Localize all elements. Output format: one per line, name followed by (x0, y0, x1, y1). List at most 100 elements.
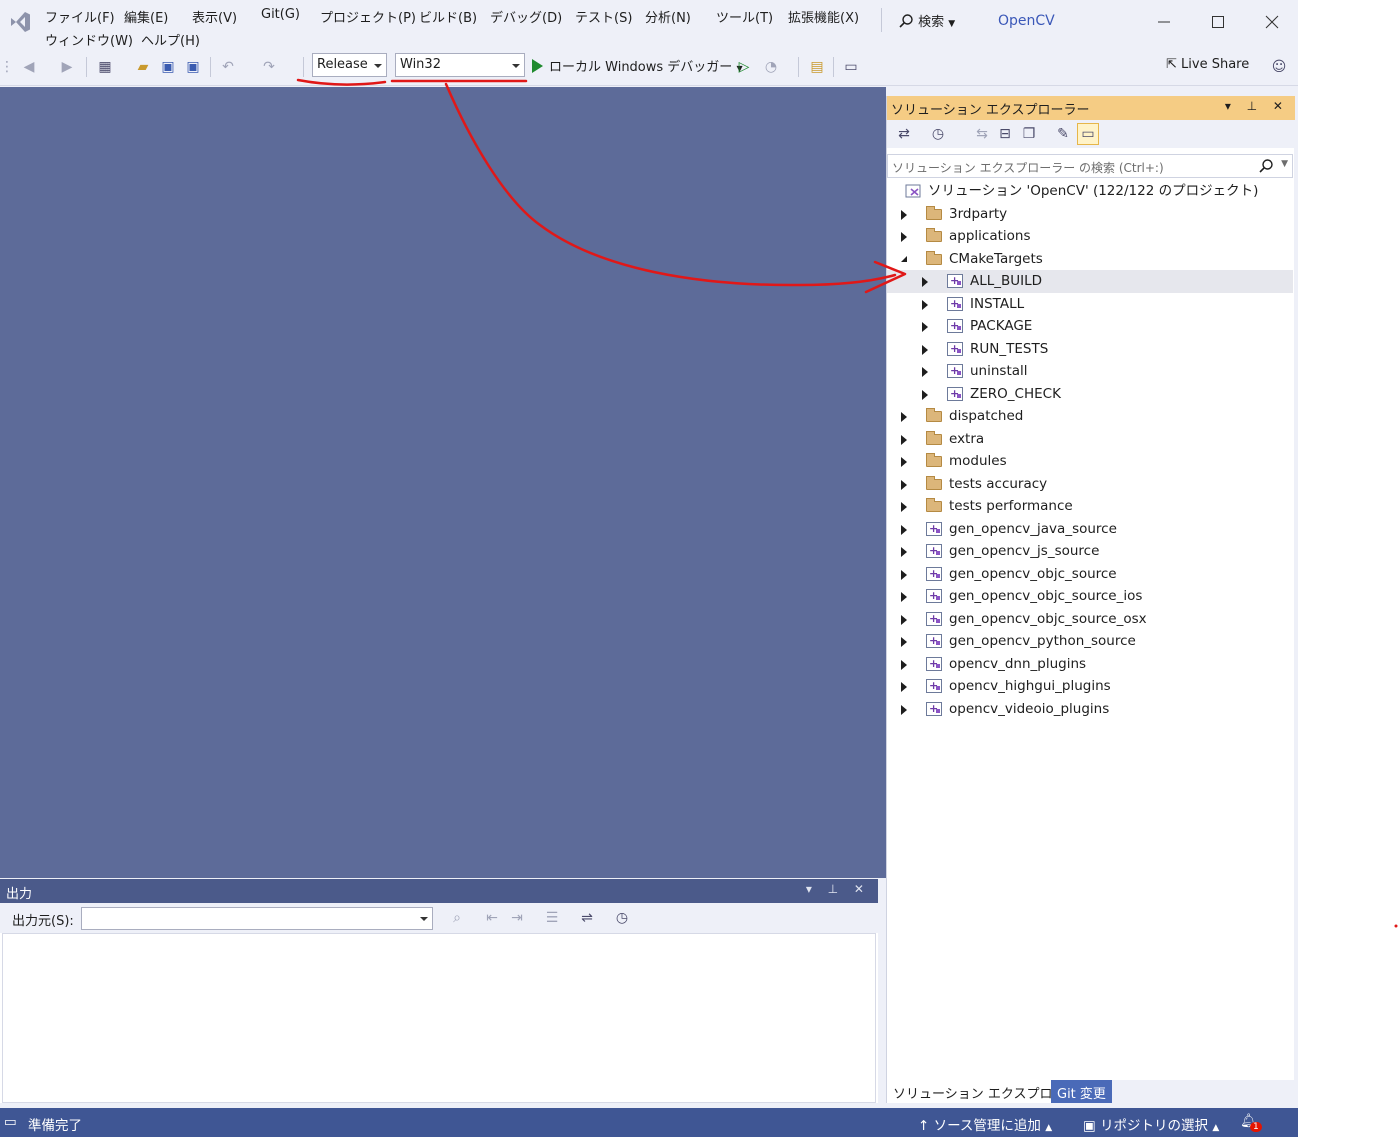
collapsed-arrow-icon[interactable] (901, 502, 907, 512)
search-button[interactable]: 検索 ▼ (898, 11, 955, 30)
panel-controls[interactable]: ▾ ⊥ ✕ (806, 882, 870, 896)
history-icon[interactable]: ◷ (927, 123, 949, 145)
tree-item-extra[interactable]: extra (887, 428, 1293, 451)
menu-build[interactable]: ビルド(B) (419, 7, 477, 26)
preview-selected-icon[interactable]: ▭ (1077, 123, 1099, 145)
tree-item-install[interactable]: INSTALL (887, 293, 1293, 316)
save-all-icon[interactable]: ▣ (182, 56, 204, 78)
add-to-source-control-button[interactable]: ↑ ソース管理に追加 ▲ (918, 1114, 1052, 1134)
solution-explorer-search-input[interactable]: ソリューション エクスプローラー の検索 (Ctrl+:) ▼ (887, 154, 1293, 178)
tree-item-gen-opencv-js-source[interactable]: gen_opencv_js_source (887, 540, 1293, 563)
window-layout-icon[interactable]: ▭ (840, 56, 862, 78)
back-icon[interactable]: ◀ (18, 56, 40, 78)
collapsed-arrow-icon[interactable] (901, 412, 907, 422)
output-text-area[interactable] (2, 933, 876, 1103)
menu-extensions[interactable]: 拡張機能(X) (788, 7, 859, 26)
tree-item-zero-check[interactable]: ZERO_CHECK (887, 383, 1293, 406)
collapsed-arrow-icon[interactable] (901, 592, 907, 602)
menu-test[interactable]: テスト(S) (575, 7, 632, 26)
collapsed-arrow-icon[interactable] (922, 299, 928, 310)
collapsed-arrow-icon[interactable] (922, 344, 928, 355)
collapsed-arrow-icon[interactable] (922, 322, 928, 332)
collapsed-arrow-icon[interactable] (901, 547, 907, 557)
previous-message-icon[interactable]: ⇤ (481, 907, 503, 929)
clear-all-icon[interactable]: ☰ (541, 907, 563, 929)
panel-controls[interactable]: ▾ ⊥ ✕ (1225, 99, 1289, 113)
tree-item-gen-opencv-java-source[interactable]: gen_opencv_java_source (887, 518, 1293, 541)
collapsed-arrow-icon[interactable] (901, 457, 907, 467)
menu-git[interactable]: Git(G) (261, 7, 300, 22)
redo-icon[interactable]: ↷ (258, 56, 280, 78)
collapsed-arrow-icon[interactable] (922, 367, 928, 377)
solution-platform-select[interactable]: Win32 (395, 53, 525, 77)
menu-help[interactable]: ヘルプ(H) (141, 30, 200, 49)
tree-item-3rdparty[interactable]: 3rdparty (887, 203, 1293, 226)
new-project-icon[interactable]: ▦ (94, 56, 116, 78)
solution-configuration-select[interactable]: Release (312, 53, 387, 77)
tree-item-package[interactable]: PACKAGE (887, 315, 1293, 338)
feedback-icon[interactable]: ☺ (1268, 56, 1290, 78)
start-without-debugging-icon[interactable]: ▷ (733, 56, 755, 78)
menu-view[interactable]: 表示(V) (192, 7, 237, 26)
save-icon[interactable]: ▣ (157, 56, 179, 78)
forward-icon[interactable]: ▶ (56, 56, 78, 78)
start-debugging-button[interactable]: ローカル Windows デバッガー ▼ (532, 56, 743, 75)
timestamp-icon[interactable]: ◷ (611, 907, 633, 929)
hot-reload-icon[interactable]: ◔ (760, 56, 782, 78)
expanded-arrow-icon[interactable] (901, 255, 907, 262)
tree-item-run-tests[interactable]: RUN_TESTS (887, 338, 1293, 361)
collapsed-arrow-icon[interactable] (901, 682, 907, 692)
menu-project[interactable]: プロジェクト(P) (320, 7, 416, 26)
collapsed-arrow-icon[interactable] (901, 434, 907, 445)
maximize-button[interactable] (1200, 8, 1236, 36)
tree-solution-node[interactable]: ソリューション 'OpenCV' (122/122 のプロジェクト) (887, 180, 1293, 203)
close-button[interactable] (1254, 8, 1290, 36)
tree-item-cmaketargets[interactable]: CMakeTargets (887, 248, 1293, 271)
tree-item-modules[interactable]: modules (887, 450, 1293, 473)
collapsed-arrow-icon[interactable] (922, 277, 928, 287)
select-repository-button[interactable]: ▣ リポジトリの選択 ▲ (1083, 1114, 1219, 1134)
tab-git-changes[interactable]: Git 変更 (1051, 1080, 1112, 1103)
collapsed-arrow-icon[interactable] (901, 209, 907, 220)
minimize-button[interactable] (1146, 8, 1182, 36)
tree-item-all-build[interactable]: ALL_BUILD (887, 270, 1293, 293)
undo-icon[interactable]: ↶ (217, 56, 239, 78)
properties-icon[interactable]: ✎ (1052, 123, 1074, 145)
tree-item-opencv-highgui-plugins[interactable]: opencv_highgui_plugins (887, 675, 1293, 698)
tree-item-tests-accuracy[interactable]: tests accuracy (887, 473, 1293, 496)
tree-item-gen-opencv-objc-source-ios[interactable]: gen_opencv_objc_source_ios (887, 585, 1293, 608)
pending-changes-icon[interactable]: ⇆ (971, 123, 993, 145)
collapsed-arrow-icon[interactable] (901, 614, 907, 625)
collapsed-arrow-icon[interactable] (901, 659, 907, 670)
live-share-button[interactable]: ⇱ Live Share (1166, 57, 1249, 72)
open-folder-icon[interactable]: ▰ (132, 56, 154, 78)
menu-file[interactable]: ファイル(F) (45, 7, 115, 26)
collapse-all-icon[interactable]: ⊟ (994, 123, 1016, 145)
tree-item-uninstall[interactable]: uninstall (887, 360, 1293, 383)
find-in-files-icon[interactable]: ▤ (806, 56, 828, 78)
notifications-button[interactable]: 🔔︎ 1 (1240, 1113, 1262, 1132)
collapsed-arrow-icon[interactable] (901, 232, 907, 242)
menu-analyze[interactable]: 分析(N) (645, 7, 691, 26)
next-message-icon[interactable]: ⇥ (506, 907, 528, 929)
collapsed-arrow-icon[interactable] (901, 524, 907, 535)
menu-tools[interactable]: ツール(T) (716, 7, 773, 26)
collapsed-arrow-icon[interactable] (901, 479, 907, 490)
sync-icon[interactable]: ⇄ (893, 123, 915, 145)
tree-item-gen-opencv-python-source[interactable]: gen_opencv_python_source (887, 630, 1293, 653)
tree-item-gen-opencv-objc-source-osx[interactable]: gen_opencv_objc_source_osx (887, 608, 1293, 631)
menu-edit[interactable]: 編集(E) (124, 7, 168, 26)
word-wrap-icon[interactable]: ⇌ (576, 907, 598, 929)
collapsed-arrow-icon[interactable] (901, 637, 907, 647)
tree-item-gen-opencv-objc-source[interactable]: gen_opencv_objc_source (887, 563, 1293, 586)
show-all-files-icon[interactable]: ❐ (1018, 123, 1040, 145)
output-source-select[interactable] (81, 907, 433, 930)
collapsed-arrow-icon[interactable] (901, 569, 907, 580)
menu-debug[interactable]: デバッグ(D) (490, 7, 562, 26)
find-message-icon[interactable]: ⌕ (446, 907, 468, 929)
collapsed-arrow-icon[interactable] (901, 704, 907, 715)
tree-item-applications[interactable]: applications (887, 225, 1293, 248)
menu-window[interactable]: ウィンドウ(W) (45, 30, 133, 49)
tree-item-opencv-dnn-plugins[interactable]: opencv_dnn_plugins (887, 653, 1293, 676)
collapsed-arrow-icon[interactable] (922, 389, 928, 400)
